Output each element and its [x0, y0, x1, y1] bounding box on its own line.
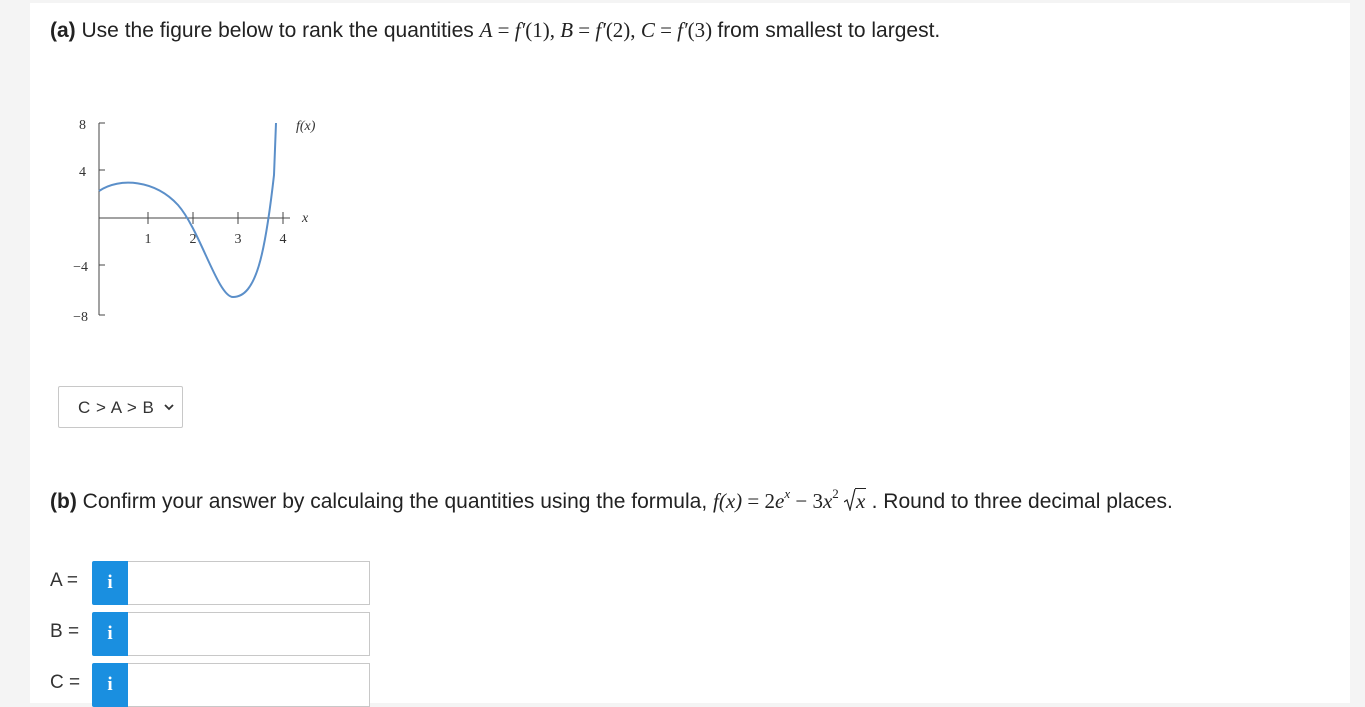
- answer-input-b[interactable]: [128, 612, 370, 656]
- curve-label: f(x): [296, 119, 316, 134]
- part-b-question: (b) Confirm your answer by calculaing th…: [50, 480, 1173, 516]
- info-icon[interactable]: i: [92, 612, 128, 656]
- answer-label-a: A =: [50, 570, 78, 591]
- info-icon[interactable]: i: [92, 561, 128, 605]
- function-graph: 8 4 −4 −8 1 2 3 4 x f(x): [60, 105, 350, 335]
- part-b-text: Confirm your answer by calculaing the qu…: [82, 490, 708, 513]
- x-label-3: 3: [235, 232, 242, 247]
- y-label-neg8: −8: [73, 310, 88, 325]
- ranking-select-value: C > A > B: [78, 398, 155, 417]
- x-label-2: 2: [190, 232, 197, 247]
- part-a-question: (a) Use the figure below to rank the qua…: [50, 16, 940, 45]
- y-label-neg4: −4: [73, 260, 88, 275]
- y-label-8: 8: [79, 118, 86, 133]
- y-label-4: 4: [79, 165, 86, 180]
- part-a-text: Use the figure below to rank the quantit…: [81, 19, 474, 42]
- part-a-label: (a): [50, 19, 76, 42]
- chevron-down-icon: [164, 404, 174, 411]
- answer-label-b: B =: [50, 621, 80, 642]
- x-label-1: 1: [145, 232, 152, 247]
- answer-input-a[interactable]: [128, 561, 370, 605]
- answer-input-c[interactable]: [128, 663, 370, 707]
- formula: f(x) = 2ex − 3x2 x: [713, 486, 867, 515]
- info-icon[interactable]: i: [92, 663, 128, 707]
- part-b-label: (b): [50, 490, 77, 513]
- part-a-text-end: from smallest to largest.: [717, 19, 941, 42]
- x-axis-label: x: [301, 211, 309, 226]
- x-label-4: 4: [280, 232, 287, 247]
- part-a-math: A = f′(1), B = f′(2), C = f′(3): [479, 18, 713, 42]
- curve-f: [98, 122, 277, 299]
- ranking-select[interactable]: C > A > B: [58, 386, 183, 428]
- part-b-text-end: . Round to three decimal places.: [871, 490, 1173, 513]
- sqrt-radical: x: [844, 487, 867, 515]
- answer-label-c: C =: [50, 672, 81, 693]
